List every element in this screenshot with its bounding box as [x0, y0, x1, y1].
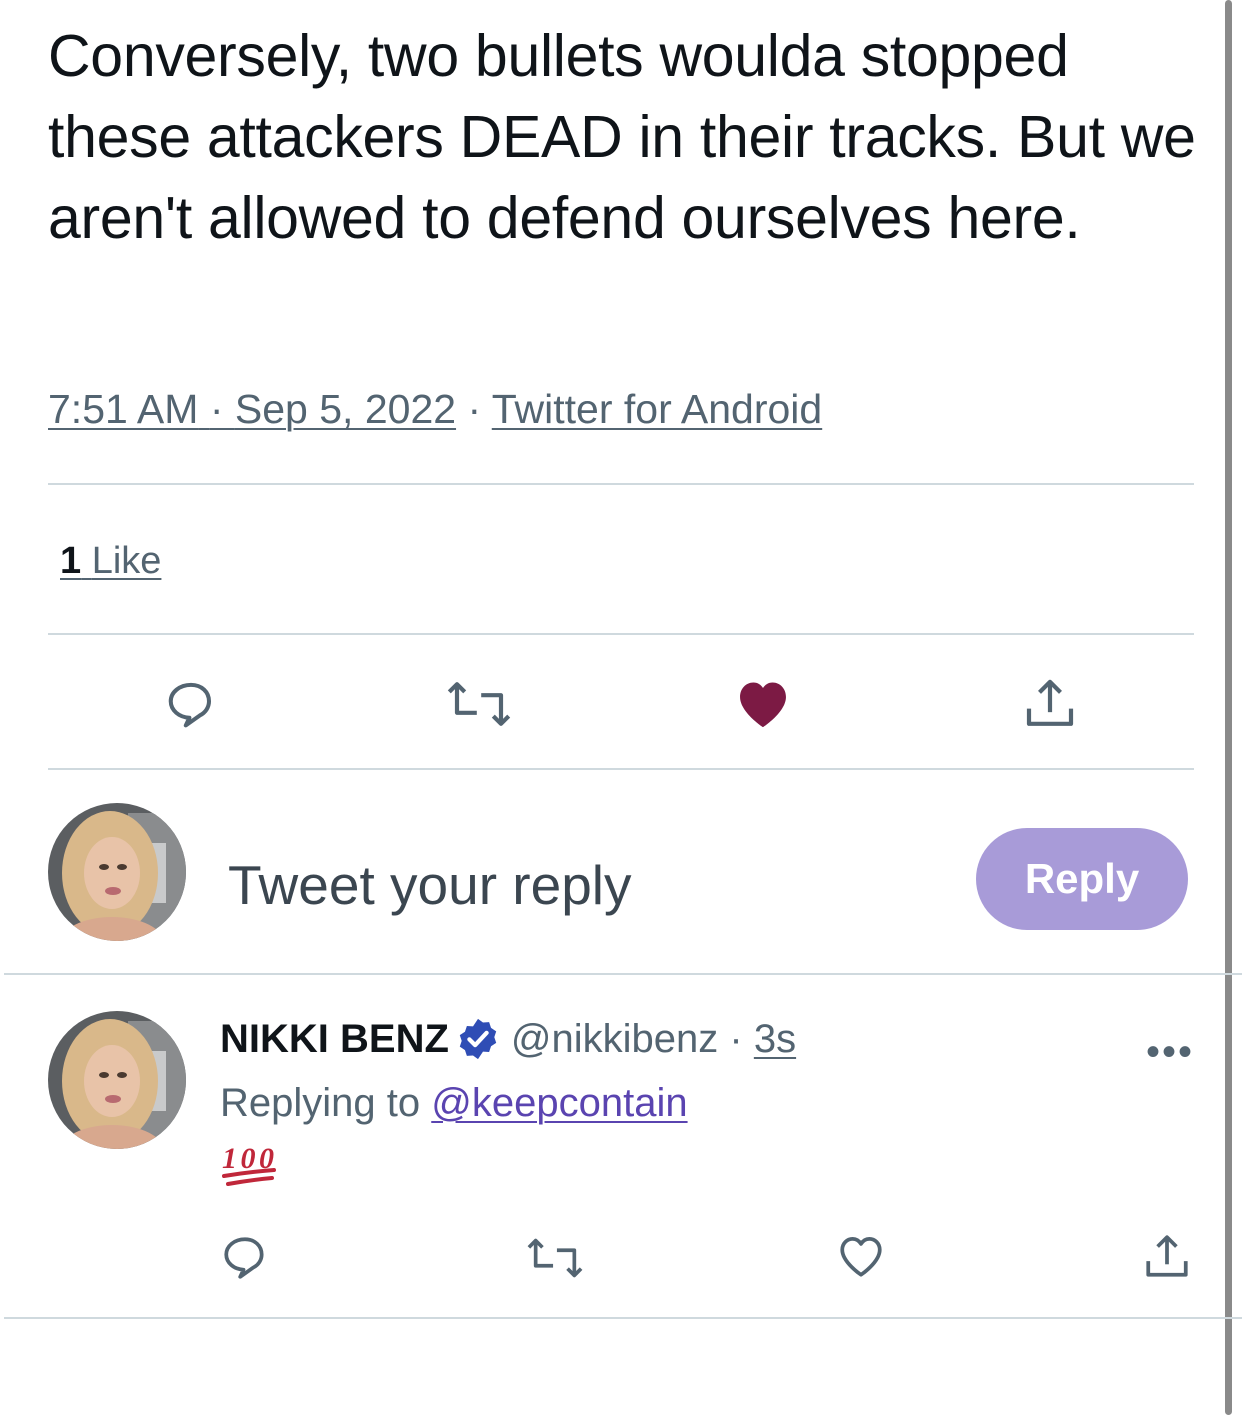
tweet-source[interactable]: Twitter for Android [492, 386, 822, 432]
scrollbar[interactable] [1225, 0, 1232, 1415]
reply-button[interactable]: Reply [976, 828, 1188, 930]
tweet-text: Conversely, two bullets woulda stopped t… [48, 23, 1196, 251]
divider [4, 1317, 1242, 1319]
share-icon[interactable] [1022, 676, 1078, 732]
tweet-time[interactable]: 7:51 AM [48, 386, 198, 432]
author-handle[interactable]: @nikkibenz [511, 1017, 718, 1061]
comment-icon[interactable] [220, 1232, 270, 1282]
retweet-icon[interactable] [526, 1234, 584, 1282]
divider [48, 483, 1194, 485]
meta-separator: · [467, 386, 482, 432]
author-name[interactable]: NIKKI BENZ [220, 1017, 449, 1061]
reply-input[interactable]: Tweet your reply [228, 850, 632, 920]
tweet-timestamp[interactable]: 7:51 AM · Sep 5, 2022 [48, 386, 456, 432]
heart-filled-icon[interactable] [734, 676, 792, 730]
divider [48, 768, 1194, 770]
like-label: Like [91, 540, 162, 582]
divider [4, 973, 1242, 975]
replying-prefix: Replying to [220, 1081, 421, 1125]
mention-link[interactable]: @keepcontain [431, 1081, 687, 1125]
reply-author-line: NIKKI BENZ @nikkibenz · 3s [220, 1012, 796, 1076]
hundred-points-emoji: 100 [222, 1142, 276, 1186]
share-icon[interactable] [1142, 1232, 1192, 1282]
likes-count-link[interactable]: 1 Like [60, 536, 161, 586]
handle-separator: · [729, 1017, 743, 1061]
avatar[interactable] [48, 803, 186, 941]
retweet-icon[interactable] [446, 677, 512, 731]
reply-time[interactable]: 3s [754, 1017, 796, 1061]
tweet-meta: 7:51 AM · Sep 5, 2022 · Twitter for Andr… [48, 382, 822, 436]
meta-separator: · [209, 386, 224, 432]
like-count: 1 [60, 540, 82, 582]
heart-icon[interactable] [836, 1232, 886, 1280]
verified-badge-icon [455, 1016, 501, 1076]
more-options-icon[interactable]: ••• [1146, 1030, 1194, 1075]
avatar[interactable] [48, 1011, 186, 1149]
replying-to-line: Replying to @keepcontain [220, 1076, 688, 1130]
tweet-date[interactable]: Sep 5, 2022 [235, 386, 456, 432]
comment-icon[interactable] [164, 677, 218, 731]
divider [48, 633, 1194, 635]
